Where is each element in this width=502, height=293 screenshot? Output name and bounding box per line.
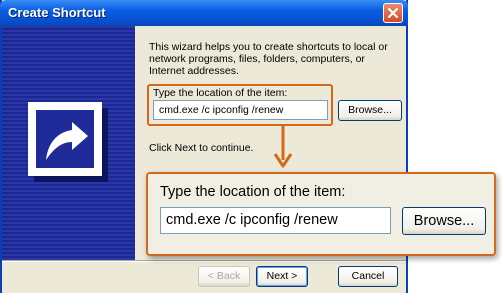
callout-location-label: Type the location of the item:: [160, 184, 346, 200]
next-instruction: Click Next to continue.: [149, 142, 254, 154]
back-button[interactable]: < Back: [198, 266, 250, 287]
next-button[interactable]: Next >: [256, 266, 308, 287]
window-title: Create Shortcut: [8, 5, 106, 20]
cancel-button[interactable]: Cancel: [338, 266, 398, 287]
title-bar[interactable]: Create Shortcut: [0, 0, 408, 26]
callout-browse-button[interactable]: Browse...: [402, 207, 486, 235]
location-input[interactable]: cmd.exe /c ipconfig /renew: [153, 100, 328, 120]
close-icon: [387, 7, 399, 19]
browse-button[interactable]: Browse...: [338, 100, 402, 121]
close-button[interactable]: [383, 3, 403, 23]
screenshot: Create Shortcut This wizard helps you to…: [0, 0, 502, 293]
arrow-down-icon: [273, 126, 293, 168]
callout-location-input[interactable]: cmd.exe /c ipconfig /renew: [160, 207, 391, 234]
zoom-callout: Type the location of the item: cmd.exe /…: [146, 172, 496, 256]
footer-divider: [2, 260, 406, 262]
intro-text: This wizard helps you to create shortcut…: [149, 41, 388, 77]
shortcut-arrow-icon: [28, 102, 108, 182]
wizard-side-banner: [2, 26, 135, 260]
location-label: Type the location of the item:: [153, 87, 288, 99]
